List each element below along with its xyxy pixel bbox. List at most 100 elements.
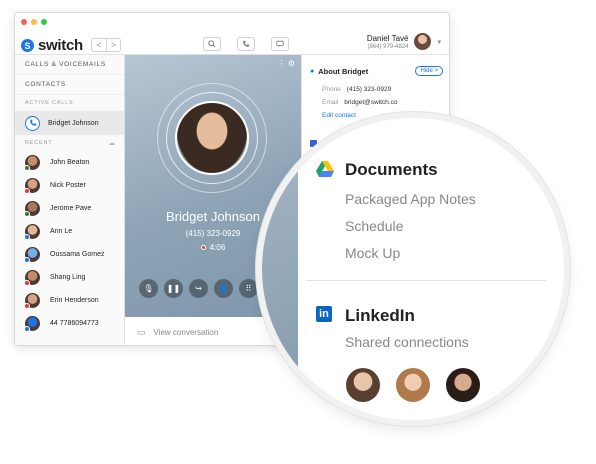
email-value[interactable]: bridget@switch.co [344,99,397,106]
google-drive-icon [316,161,334,177]
avatar [24,316,40,332]
linkedin-title: LinkedIn [345,306,415,325]
status-badge [24,188,30,194]
contact-name: Shang Ling [50,274,86,281]
call-duration: 4:06 [209,243,226,252]
status-badge [24,257,30,263]
user-avatar [414,33,432,50]
logo-text: switch [38,37,83,54]
transfer-icon[interactable]: ↪ [189,279,208,298]
phone-value[interactable]: (415) 323-0929 [347,86,391,93]
document-item[interactable]: Schedule [345,218,403,234]
user-menu[interactable]: Daniel Tavé (864) 979-4824 ▾ [367,33,441,50]
status-badge [24,165,30,171]
active-call-name: Bridget Johnson [48,119,99,127]
view-conversation-label: View conversation [153,327,219,337]
recent-contact-item[interactable]: 44 7786094773 [15,312,124,335]
keypad-icon[interactable]: ⠿ [239,279,258,298]
avatar [24,201,40,217]
contact-name: 44 7786094773 [50,320,99,327]
status-badge [24,211,30,217]
chevron-down-icon[interactable]: ▾ [437,38,441,46]
search-icon[interactable] [203,37,221,51]
phone-label: Phone [322,86,341,93]
toolbar [203,37,289,51]
linkedin-subtitle: Shared connections [345,334,469,350]
contact-name: John Beaton [50,159,90,166]
maximize-window-button[interactable] [41,19,47,25]
minimize-window-button[interactable] [31,19,37,25]
history-nav: < > [91,38,121,52]
user-name: Daniel Tavé [366,33,409,43]
documents-title: Documents [345,160,438,179]
contact-name: Erin Henderson [50,297,99,304]
email-row: Email bridget@switch.co [322,99,397,106]
phone-row: Phone (415) 323-0929 [322,86,391,93]
connection-avatar[interactable] [346,368,380,402]
magnified-content: Documents Packaged App Notes Schedule Mo… [298,118,564,420]
cloud-icon[interactable]: ☁ [108,139,116,147]
window-controls [21,19,47,25]
chat-icon[interactable] [271,37,289,51]
magnifier-callout: Documents Packaged App Notes Schedule Mo… [262,118,564,420]
recent-text: RECENT [25,140,53,146]
connection-avatar[interactable] [396,368,430,402]
call-controls: 🎙 ❚❚ ↪ 👤 ⠿ [139,279,258,298]
recent-contact-item[interactable]: Nick Poster [15,174,124,197]
close-window-button[interactable] [21,19,27,25]
recent-contact-item[interactable]: Shang Ling [15,266,124,289]
about-title: About Bridget [318,67,369,76]
active-calls-label: ACTIVE CALLS [15,95,124,111]
avatar [24,247,40,263]
recent-contact-item[interactable]: Jerome Pave [15,197,124,220]
linkedin-icon: in [316,306,332,322]
add-participant-icon[interactable]: 👤 [214,279,233,298]
sidebar-item-contacts[interactable]: CONTACTS [15,75,124,95]
titlebar: S switch < > Daniel Tavé (864) 979-4824 [15,13,449,55]
sidebar-item-calls-voicemails[interactable]: CALLS & VOICEMAILS [15,55,124,75]
user-info: Daniel Tavé (864) 979-4824 [367,34,409,50]
about-header: ● About Bridget [310,67,368,76]
gear-icon[interactable]: ⋮ ⚙ [278,59,295,68]
avatar [24,293,40,309]
hold-icon[interactable]: ❚❚ [164,279,183,298]
hide-button[interactable]: Hide > [415,66,443,76]
back-button[interactable]: < [92,39,106,51]
divider [306,280,546,281]
avatar [24,224,40,240]
recent-contact-item[interactable]: Oussama Gomez [15,243,124,266]
avatar [24,155,40,171]
magnified-call-panel-edge [262,118,298,420]
contact-name: Oussama Gomez [50,251,105,258]
document-item[interactable]: Packaged App Notes [345,191,476,207]
avatar [24,270,40,286]
person-icon: ● [310,68,315,75]
mute-icon[interactable]: 🎙 [139,279,158,298]
recent-label: RECENT ☁ [15,135,124,151]
status-badge [24,303,30,309]
recording-icon [200,245,206,250]
recent-contact-item[interactable]: John Beaton [15,151,124,174]
phone-icon[interactable] [237,37,255,51]
forward-button[interactable]: > [106,39,120,51]
logo-badge: S [21,39,34,52]
document-item[interactable]: Mock Up [345,245,400,261]
avatar [24,178,40,194]
active-call-item[interactable]: Bridget Johnson [15,111,124,135]
contact-name: Nick Poster [50,182,86,189]
recent-list: John Beaton Nick Poster Jerome Pave Ann Le O… [15,151,124,335]
active-calls-text: ACTIVE CALLS [25,100,74,106]
recent-contact-item[interactable]: Ann Le [15,220,124,243]
status-badge [24,280,30,286]
sidebar: CALLS & VOICEMAILS CONTACTS ACTIVE CALLS… [15,55,125,345]
user-phone: (864) 979-4824 [367,43,409,50]
chat-icon: ▭ [137,326,146,337]
phone-icon [25,115,40,131]
recent-contact-item[interactable]: Erin Henderson [15,289,124,312]
caller-avatar [175,101,249,175]
contact-name: Ann Le [50,228,73,235]
email-label: Email [322,99,339,106]
status-badge [24,326,30,332]
connection-avatar[interactable] [446,368,480,402]
status-badge [24,234,30,240]
